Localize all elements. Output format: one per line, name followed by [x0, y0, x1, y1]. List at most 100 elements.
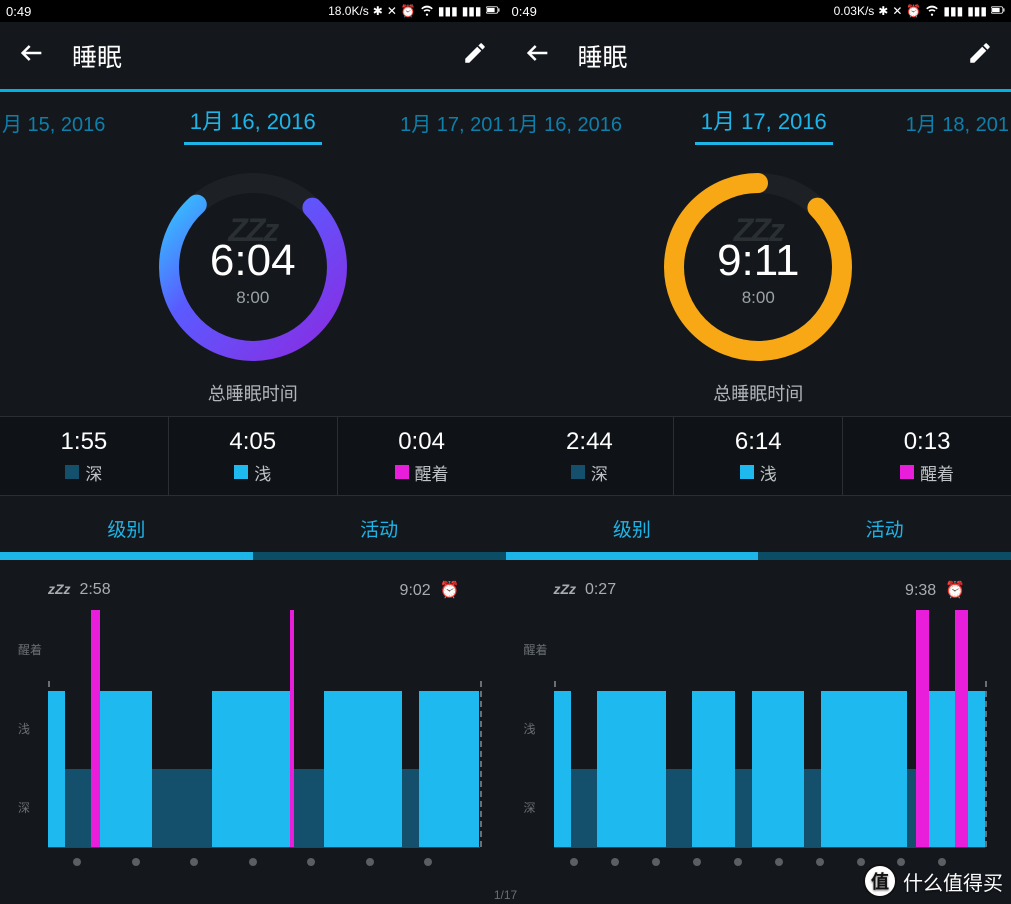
tab-levels[interactable]: 级别 — [506, 496, 759, 560]
sleep-goal-time: 8:00 — [236, 288, 269, 308]
edit-button[interactable] — [462, 40, 488, 71]
dot — [73, 858, 81, 866]
light-color-swatch — [740, 465, 754, 479]
sleep-segment — [100, 691, 152, 847]
light-label: 浅 — [760, 460, 777, 485]
awake-label: 醒着 — [920, 460, 954, 485]
zzz-icon: ZZz — [228, 212, 277, 249]
sleep-segment — [692, 691, 735, 847]
signal-icon-2: ▮▮▮ — [462, 4, 482, 18]
sleep-segment — [804, 769, 821, 847]
dot — [307, 858, 315, 866]
awake-sleep: 0:13 醒着 — [843, 417, 1011, 495]
signal-icon-2: ▮▮▮ — [967, 4, 987, 18]
deep-sleep-time: 2:44 — [566, 428, 613, 456]
sleep-end-time: 9:02 — [400, 582, 431, 599]
zzz-icon: ZZz — [734, 212, 783, 249]
vibrate-icon: ✕ — [387, 4, 397, 18]
panel-jan17: 0:49 0.03K/s ✱ ✕ ⏰ ▮▮▮ ▮▮▮ — [506, 0, 1011, 904]
next-date[interactable]: 1月 18, 201 — [906, 108, 1011, 137]
chart-bars — [48, 610, 480, 847]
deep-sleep: 2:44 深 — [506, 417, 675, 495]
prev-date[interactable]: 1月 16, 2016 — [506, 108, 623, 137]
sleep-start-icon: zZz — [554, 581, 577, 597]
net-speed: 0.03K/s — [834, 4, 875, 18]
alarm-icon: ⏰ — [401, 4, 416, 18]
y-awake: 醒着 — [524, 641, 548, 658]
alarm-end-icon: ⏰ — [440, 582, 460, 599]
battery-icon — [486, 3, 500, 20]
edit-button[interactable] — [967, 40, 993, 71]
awake-time: 0:04 — [398, 428, 445, 456]
tab-activity[interactable]: 活动 — [758, 496, 1011, 560]
sleep-segment — [212, 691, 290, 847]
battery-icon — [991, 3, 1005, 20]
status-icons: 0.03K/s ✱ ✕ ⏰ ▮▮▮ ▮▮▮ — [834, 3, 1005, 20]
total-sleep-label: 总睡眠时间 — [713, 380, 803, 406]
wifi-icon — [925, 3, 939, 20]
awake-color-swatch — [395, 465, 409, 479]
sleep-segment — [48, 691, 65, 847]
light-sleep-time: 6:14 — [735, 428, 782, 456]
page-title: 睡眠 — [578, 38, 628, 74]
y-deep: 深 — [524, 799, 548, 816]
sleep-segment — [419, 691, 479, 847]
status-icons: 18.0K/s ✱ ✕ ⏰ ▮▮▮ ▮▮▮ — [328, 3, 499, 20]
page-title: 睡眠 — [72, 38, 122, 74]
light-color-swatch — [234, 465, 248, 479]
sleep-start-time: 0:27 — [585, 581, 616, 598]
back-button[interactable] — [524, 39, 552, 72]
sleep-segment — [152, 769, 212, 847]
light-sleep: 6:14 浅 — [674, 417, 843, 495]
date-selector[interactable]: 月 15, 2016 1月 16, 2016 1月 17, 201 — [0, 92, 506, 152]
awake-label: 醒着 — [415, 460, 449, 485]
sleep-segment — [571, 769, 597, 847]
dot — [424, 858, 432, 866]
deep-sleep-time: 1:55 — [61, 428, 108, 456]
sleep-segment — [929, 691, 955, 847]
sleep-level-chart: zZz 0:27 9:38 ⏰ 醒着 浅 深 — [506, 560, 1011, 904]
sleep-segment — [752, 691, 804, 847]
tab-activity[interactable]: 活动 — [253, 496, 506, 560]
sleep-segment — [554, 691, 571, 847]
current-date[interactable]: 1月 16, 2016 — [184, 100, 322, 145]
dot — [366, 858, 374, 866]
watermark: 值 什么值得买 — [863, 864, 1003, 898]
dot — [190, 858, 198, 866]
sleep-breakdown: 1:55 深 4:05 浅 0:04 醒着 — [0, 416, 506, 496]
sleep-end-time: 9:38 — [905, 582, 936, 599]
light-label: 浅 — [254, 460, 271, 485]
sleep-segment — [402, 769, 419, 847]
dot — [249, 858, 257, 866]
app-header: 睡眠 — [506, 22, 1011, 92]
bluetooth-icon: ✱ — [373, 4, 383, 18]
app-header: 睡眠 — [0, 22, 506, 92]
sleep-ring: ZZz 6:04 8:00 总睡眠时间 — [0, 152, 506, 416]
back-button[interactable] — [18, 39, 46, 72]
current-date[interactable]: 1月 17, 2016 — [695, 100, 833, 145]
sleep-start-time: 2:58 — [79, 581, 110, 598]
sleep-level-chart: zZz 2:58 9:02 ⏰ 醒着 浅 深 — [0, 560, 506, 904]
sleep-ring: ZZz 9:11 8:00 总睡眠时间 — [506, 152, 1011, 416]
tab-levels[interactable]: 级别 — [0, 496, 253, 560]
net-speed: 18.0K/s — [328, 4, 369, 18]
deep-color-swatch — [571, 465, 585, 479]
panel-jan16: 0:49 18.0K/s ✱ ✕ ⏰ ▮▮▮ ▮▮▮ — [0, 0, 506, 904]
chart-bars — [554, 610, 986, 847]
dot — [816, 858, 824, 866]
y-deep: 深 — [18, 799, 42, 816]
sleep-segment — [968, 691, 985, 847]
status-clock: 0:49 — [6, 4, 31, 19]
sleep-segment — [666, 769, 692, 847]
dot — [652, 858, 660, 866]
date-selector[interactable]: 1月 16, 2016 1月 17, 2016 1月 18, 201 — [506, 92, 1011, 152]
sleep-segment — [294, 769, 324, 847]
sleep-breakdown: 2:44 深 6:14 浅 0:13 醒着 — [506, 416, 1011, 496]
prev-date[interactable]: 月 15, 2016 — [0, 108, 105, 137]
deep-label: 深 — [591, 460, 608, 485]
awake-time: 0:13 — [904, 428, 951, 456]
sleep-segment — [821, 691, 907, 847]
next-date[interactable]: 1月 17, 201 — [400, 108, 505, 137]
dot — [734, 858, 742, 866]
y-light: 浅 — [18, 720, 42, 737]
